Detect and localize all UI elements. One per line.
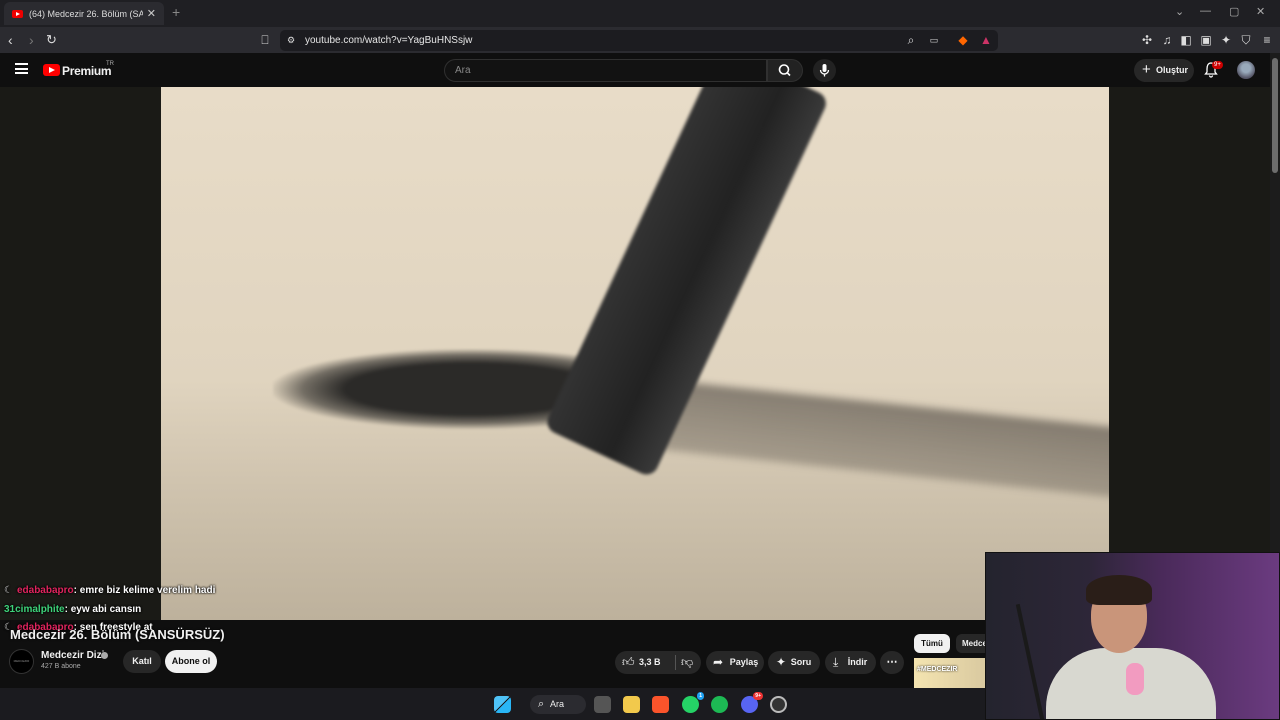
whatsapp-badge: 1	[697, 692, 704, 700]
create-button[interactable]: Oluştur	[1134, 58, 1194, 82]
maximize-icon[interactable]: ▢	[1229, 5, 1239, 18]
webcam-lamp-stand	[1015, 603, 1045, 719]
more-icon: ⋯	[886, 656, 898, 668]
download-button[interactable]: ⤓ İndir	[825, 651, 876, 674]
vpn-shield-icon[interactable]: ⛉	[1239, 33, 1253, 47]
sidebar-icon[interactable]: ◧	[1179, 33, 1193, 47]
cast-icon[interactable]: ▭	[927, 33, 941, 47]
minimize-icon[interactable]: —	[1200, 5, 1211, 17]
ask-label: Soru	[790, 657, 812, 667]
webcam-microphone	[1126, 663, 1144, 695]
browser-tab-strip: (64) Medcezir 26. Bölüm (SANSÜ ✕ + ⌄ — ▢…	[0, 0, 1280, 27]
video-title: Medcezir 26. Bölüm (SANSÜRSÜZ)	[10, 627, 225, 642]
region-code: TR	[106, 61, 114, 67]
windows-start-icon[interactable]	[494, 696, 511, 713]
moon-icon: ☾	[4, 585, 13, 596]
chat-username: edababapro	[16, 585, 74, 596]
discord-badge: 9+	[753, 692, 763, 700]
chip-medcezir[interactable]: Medcezir	[956, 634, 986, 653]
taskbar: Ara 1 9+	[0, 688, 985, 720]
brave-browser-icon[interactable]	[652, 696, 669, 713]
youtube-favicon-icon	[12, 9, 23, 18]
video-frame[interactable]	[161, 87, 1109, 620]
tab-list-chevron-icon[interactable]: ⌄	[1175, 5, 1184, 18]
hamburger-menu-icon[interactable]	[15, 63, 28, 74]
share-icon: ➦	[713, 655, 724, 669]
share-button[interactable]: ➦ Paylaş	[706, 651, 764, 674]
task-view-icon[interactable]	[594, 696, 611, 713]
youtube-header: Premium TR Ara Oluştur 9+	[0, 53, 1270, 87]
browser-tab-title: (64) Medcezir 26. Bölüm (SANSÜ	[29, 8, 143, 19]
bookmark-icon[interactable]: ⎕	[258, 33, 272, 47]
site-info-icon[interactable]: ⚙	[284, 33, 298, 47]
reload-icon[interactable]: ↻	[46, 32, 57, 48]
back-icon[interactable]: ‹	[8, 32, 13, 48]
chat-message: 31cimalphite: eyw abi cansın	[4, 604, 141, 615]
chat-message: ☾ edababapro: emre biz kelime verelim had…	[4, 585, 215, 596]
chat-username: 31cimalphite	[4, 604, 65, 615]
chat-text: : emre biz kelime verelim hadi	[73, 585, 216, 596]
browser-tab[interactable]: (64) Medcezir 26. Bölüm (SANSÜ ✕	[4, 2, 164, 25]
subscriber-count: 427 B abone	[41, 663, 81, 670]
verified-icon	[101, 652, 108, 659]
download-label: İndir	[847, 657, 868, 667]
chip-all[interactable]: Tümü	[914, 634, 950, 653]
extensions-icon[interactable]: ✣	[1140, 33, 1154, 47]
wallet-icon[interactable]: ▣	[1199, 33, 1213, 47]
media-icon[interactable]: ♫	[1160, 33, 1174, 47]
scrollbar-thumb[interactable]	[1272, 58, 1278, 173]
search-input[interactable]: Ara	[444, 59, 767, 82]
browser-menu-icon[interactable]: ≡	[1260, 33, 1274, 47]
thumbs-down-icon[interactable]: 👎︎	[681, 651, 693, 674]
video-player[interactable]	[0, 87, 1270, 620]
zoom-icon[interactable]: ⌕	[904, 33, 918, 47]
file-explorer-icon[interactable]	[623, 696, 640, 713]
page-scrollbar[interactable]	[1270, 53, 1280, 552]
thumbs-up-icon: 👍︎	[622, 655, 635, 669]
channel-name[interactable]: Medcezir Dizi	[41, 650, 104, 661]
recommended-video-thumbnail[interactable]: #MEDCEZIR	[914, 658, 986, 688]
share-label: Paylaş	[729, 657, 759, 667]
new-tab-icon[interactable]: +	[172, 4, 180, 20]
webcam-overlay	[985, 552, 1280, 720]
discord-icon[interactable]: 9+	[741, 692, 763, 713]
window-close-icon[interactable]: ✕	[1256, 5, 1265, 18]
account-avatar[interactable]	[1237, 61, 1255, 79]
url-text[interactable]: youtube.com/watch?v=YagBuHNSsjw	[305, 35, 472, 46]
notification-count-badge: 9+	[1212, 61, 1223, 69]
brave-rewards-icon[interactable]: ▲	[979, 33, 993, 47]
youtube-logo-icon[interactable]	[43, 64, 60, 76]
youtube-premium-brand[interactable]: Premium	[62, 64, 112, 78]
browser-toolbar: ‹ › ↻ ⎕ ⚙ youtube.com/watch?v=YagBuHNSsj…	[0, 27, 1280, 53]
like-button[interactable]: 👍︎ 3,3 B 👎︎	[615, 651, 701, 674]
more-actions-button[interactable]: ⋯	[880, 651, 904, 674]
close-tab-icon[interactable]: ✕	[147, 7, 156, 20]
subscribe-button[interactable]: Abone ol	[165, 650, 217, 673]
taskbar-search[interactable]: Ara	[530, 695, 586, 714]
webcam-person-hair	[1086, 575, 1152, 605]
forward-icon[interactable]: ›	[29, 32, 34, 48]
microphone-icon	[819, 64, 830, 77]
whatsapp-icon[interactable]: 1	[682, 692, 704, 713]
brave-shields-icon[interactable]: ◆	[956, 33, 970, 47]
video-scene-shadow	[661, 379, 1109, 505]
chat-text: : eyw abi cansın	[64, 604, 142, 615]
obs-icon[interactable]	[770, 696, 787, 713]
join-button[interactable]: Katıl	[123, 650, 161, 673]
download-icon: ⤓	[833, 655, 839, 669]
address-bar[interactable]: ⚙ youtube.com/watch?v=YagBuHNSsjw ⌕ ▭ ◆ …	[280, 30, 998, 51]
thumbnail-text: #MEDCEZIR	[917, 666, 958, 673]
channel-avatar[interactable]: MEDCEZIR	[9, 649, 34, 674]
leo-ai-icon[interactable]: ✦	[1219, 33, 1233, 47]
search-icon	[778, 64, 791, 77]
sparkle-icon: ✦	[776, 655, 787, 669]
ask-button[interactable]: ✦ Soru	[768, 651, 820, 674]
voice-search-button[interactable]	[813, 59, 836, 82]
like-count: 3,3 B	[639, 657, 661, 667]
search-button[interactable]	[767, 59, 803, 82]
spotify-icon[interactable]	[711, 696, 728, 713]
